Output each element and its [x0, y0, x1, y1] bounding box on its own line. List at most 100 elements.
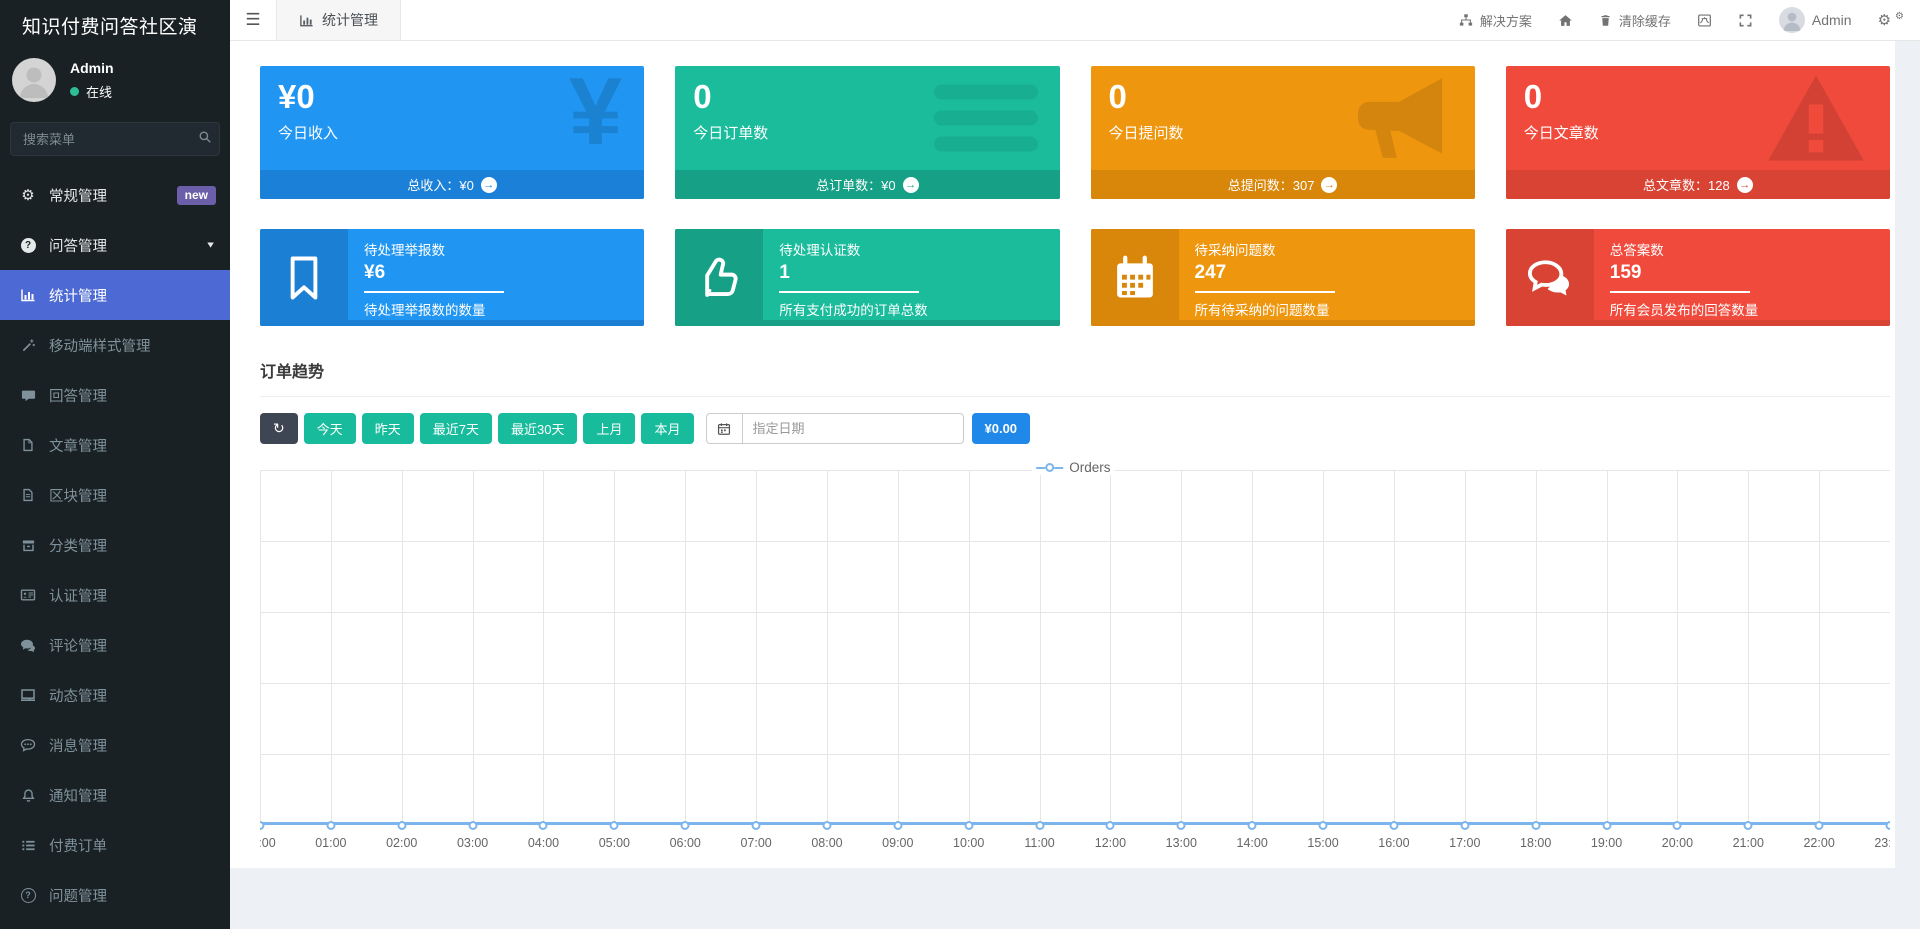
range-yesterday-button[interactable]: 昨天 [362, 413, 414, 444]
chart-data-point[interactable] [326, 821, 335, 830]
arrow-circle-icon: → [481, 177, 497, 193]
search-icon[interactable] [198, 130, 212, 144]
search-input[interactable] [10, 122, 220, 156]
sidebar-item-comments[interactable]: 评论管理 [0, 620, 230, 670]
info-card-reports[interactable]: 待处理举报数 ¥6 待处理举报数的数量 [260, 229, 644, 326]
chart-data-point[interactable] [260, 821, 265, 830]
top-header: ☰ 统计管理 解决方案 清除缓存 Admin ⚙⚙ [230, 0, 1920, 41]
info-card-total-answers[interactable]: 总答案数 159 所有会员发布的回答数量 [1506, 229, 1890, 326]
x-axis-labels: 00:0001:0002:0003:0004:0005:0006:0007:00… [260, 836, 1890, 854]
info-desc: 所有支付成功的订单总数 [779, 299, 1043, 319]
sidebar-item-certification[interactable]: 认证管理 [0, 570, 230, 620]
stat-card-articles[interactable]: 0 今日文章数 总文章数：128 → [1506, 66, 1890, 199]
chart-data-point[interactable] [1106, 821, 1115, 830]
sidebar-item-blocks[interactable]: 区块管理 [0, 470, 230, 520]
chart-data-point[interactable] [1248, 821, 1257, 830]
sidebar-item-qa[interactable]: ? 问答管理 ▼ [0, 220, 230, 270]
comments-icon [1506, 229, 1594, 326]
fullscreen-icon[interactable] [1738, 13, 1753, 28]
warning-watermark-icon [1764, 71, 1868, 165]
header-right: 解决方案 清除缓存 Admin ⚙⚙ [1459, 0, 1920, 40]
chevron-down-icon: ▼ [205, 240, 216, 250]
divider [260, 320, 644, 326]
chart-data-point[interactable] [681, 821, 690, 830]
gridline [1748, 470, 1749, 825]
chart-data-point[interactable] [1319, 821, 1328, 830]
x-axis-label: 08:00 [811, 836, 842, 850]
gridline [260, 470, 261, 825]
chart-data-point[interactable] [1815, 821, 1824, 830]
archive-box-icon [18, 538, 38, 553]
avatar [1779, 7, 1805, 33]
tab-statistics[interactable]: 统计管理 [276, 0, 401, 40]
chart-data-point[interactable] [1673, 821, 1682, 830]
chart-data-point[interactable] [752, 821, 761, 830]
chart-data-point[interactable] [1177, 821, 1186, 830]
info-title: 待处理认证数 [779, 239, 1043, 259]
stat-footer-link[interactable]: 总提问数：307 → [1091, 170, 1475, 199]
calendar-addon-icon[interactable] [706, 413, 742, 444]
clear-cache-button[interactable]: 清除缓存 [1599, 11, 1671, 30]
sidebar-item-label: 统计管理 [49, 285, 107, 306]
chart-data-point[interactable] [610, 821, 619, 830]
sidebar-item-answers[interactable]: 回答管理 [0, 370, 230, 420]
orders-trend-chart: Orders 00:0001:0002:0003:0004:0005:0006:… [260, 460, 1890, 860]
hamburger-icon[interactable]: ☰ [230, 0, 276, 40]
chart-data-point[interactable] [1744, 821, 1753, 830]
sidebar-item-questions[interactable]: ? 问题管理 [0, 870, 230, 920]
date-input[interactable] [742, 413, 964, 444]
range-last-month-button[interactable]: 上月 [583, 413, 635, 444]
range-last30-button[interactable]: 最近30天 [498, 413, 577, 444]
sidebar-item-categories[interactable]: 分类管理 [0, 520, 230, 570]
chart-data-point[interactable] [397, 821, 406, 830]
range-last7-button[interactable]: 最近7天 [420, 413, 492, 444]
chart-data-point[interactable] [822, 821, 831, 830]
info-card-pending-questions[interactable]: 待采纳问题数 247 所有待采纳的问题数量 [1091, 229, 1475, 326]
stat-card-questions[interactable]: 0 今日提问数 总提问数：307 → [1091, 66, 1475, 199]
chart-data-point[interactable] [539, 821, 548, 830]
divider [1091, 320, 1475, 326]
refresh-button[interactable]: ↻ [260, 413, 298, 444]
stat-footer-link[interactable]: 总文章数：128 → [1506, 170, 1890, 199]
info-card-certifications[interactable]: 待处理认证数 1 所有支付成功的订单总数 [675, 229, 1059, 326]
solutions-button[interactable]: 解决方案 [1459, 11, 1532, 30]
sidebar-item-label: 动态管理 [49, 685, 107, 706]
range-today-button[interactable]: 今天 [304, 413, 356, 444]
chart-data-point[interactable] [1886, 821, 1891, 830]
chart-data-point[interactable] [964, 821, 973, 830]
divider [779, 291, 919, 293]
info-title: 待采纳问题数 [1195, 239, 1459, 259]
amount-button[interactable]: ¥0.00 [972, 413, 1031, 444]
file-text-icon [18, 488, 38, 502]
sidebar-item-paid-orders[interactable]: 付费订单 [0, 820, 230, 870]
chart-data-point[interactable] [1035, 821, 1044, 830]
chart-data-point[interactable] [468, 821, 477, 830]
x-axis-label: 19:00 [1591, 836, 1622, 850]
sidebar-item-articles[interactable]: 文章管理 [0, 420, 230, 470]
info-desc: 所有会员发布的回答数量 [1610, 299, 1874, 319]
stat-footer-link[interactable]: 总收入：¥0 → [260, 170, 644, 199]
stat-footer-link[interactable]: 总订单数：¥0 → [675, 170, 1059, 199]
sidebar-item-statistics[interactable]: 统计管理 [0, 270, 230, 320]
stat-card-income[interactable]: ¥0 今日收入 ¥ 总收入：¥0 → [260, 66, 644, 199]
home-icon[interactable] [1558, 13, 1573, 28]
sidebar-item-messages[interactable]: 消息管理 [0, 720, 230, 770]
sidebar-item-general[interactable]: ⚙ 常规管理 new [0, 170, 230, 220]
user-menu[interactable]: Admin [1779, 7, 1852, 33]
chart-legend[interactable]: Orders [1032, 460, 1114, 475]
sidebar-item-notifications[interactable]: 通知管理 [0, 770, 230, 820]
language-icon[interactable] [1697, 13, 1712, 28]
chart-data-point[interactable] [1531, 821, 1540, 830]
x-axis-label: 09:00 [882, 836, 913, 850]
sidebar-item-moments[interactable]: 动态管理 [0, 670, 230, 720]
chart-data-point[interactable] [1602, 821, 1611, 830]
sidebar-item-mobile-style[interactable]: 移动端样式管理 [0, 320, 230, 370]
gridline [260, 683, 1890, 684]
sidebar-item-label: 移动端样式管理 [49, 335, 151, 356]
chart-data-point[interactable] [893, 821, 902, 830]
chart-data-point[interactable] [1389, 821, 1398, 830]
chart-data-point[interactable] [1460, 821, 1469, 830]
settings-gears-icon[interactable]: ⚙⚙ [1878, 11, 1904, 29]
range-this-month-button[interactable]: 本月 [641, 413, 693, 444]
stat-card-orders[interactable]: 0 今日订单数 总订单数：¥0 → [675, 66, 1059, 199]
